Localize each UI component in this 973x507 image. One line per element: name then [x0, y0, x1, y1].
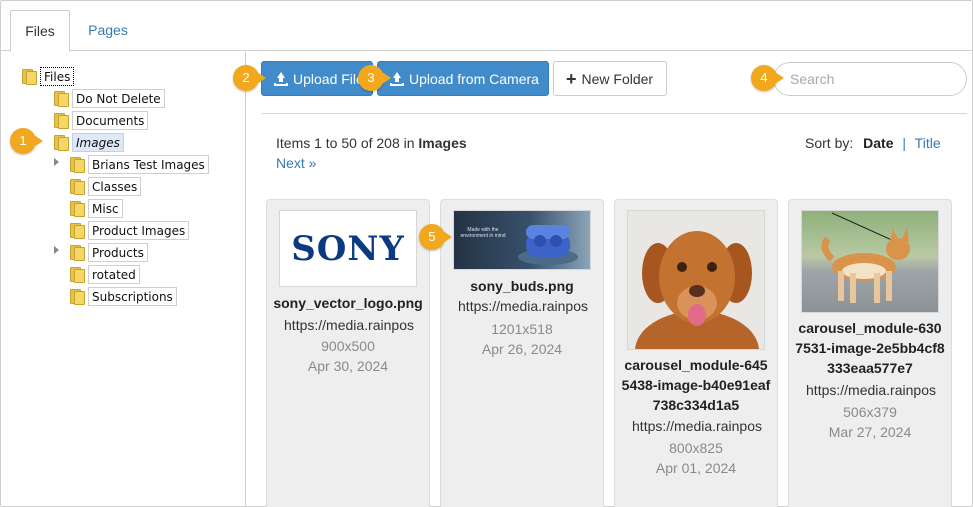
file-url: https://media.rainpos: [284, 317, 414, 333]
folder-icon: [70, 201, 85, 217]
tab-files[interactable]: Files: [10, 10, 70, 52]
item-range-text: Items 1 to 50 of 208 in: [276, 135, 415, 151]
upload-icon: [390, 71, 404, 86]
upload-file-button[interactable]: Upload File: [261, 61, 373, 96]
file-name: sony_vector_logo.png: [273, 295, 423, 311]
new-folder-button[interactable]: + New Folder: [553, 61, 667, 96]
tree-item-label[interactable]: Do Not Delete: [72, 88, 165, 108]
dog-photo-image: [635, 231, 759, 349]
folder-icon: [54, 113, 69, 129]
tree-item-subscriptions[interactable]: Subscriptions: [70, 286, 177, 306]
sort-by-date[interactable]: Date: [863, 135, 893, 151]
file-name: carousel_module-6307531-image-2e5bb4cf83…: [795, 320, 945, 376]
tab-pages[interactable]: Pages: [78, 10, 138, 52]
file-dimensions: 506x379: [843, 404, 897, 420]
tree-item-product-images[interactable]: Product Images: [70, 220, 190, 240]
current-folder-name: Images: [418, 135, 467, 151]
tree-item-label[interactable]: Product Images: [88, 220, 190, 240]
file-card[interactable]: Made with the environment in mind sony_b…: [440, 199, 604, 507]
tree-root-label[interactable]: Files: [40, 66, 75, 86]
toolbar-divider: [262, 113, 967, 114]
file-card[interactable]: carousel_module-6455438-image-b40e91eaf7…: [614, 199, 778, 507]
new-folder-label: New Folder: [581, 70, 654, 87]
tree-item-do-not-delete[interactable]: Do Not Delete: [54, 88, 165, 108]
file-thumbnail: [801, 210, 939, 313]
search-input[interactable]: [773, 62, 967, 96]
sort-separator: |: [902, 135, 907, 151]
callout-marker-5: 5: [419, 224, 452, 250]
expand-arrow-icon[interactable]: [54, 246, 59, 254]
file-date: Apr 01, 2024: [655, 460, 737, 476]
file-thumbnail: Made with the environment in mind: [453, 210, 591, 270]
plus-icon: +: [566, 68, 577, 89]
callout-marker-2: 2: [233, 65, 266, 91]
sort-controls: Sort by: Date | Title: [805, 135, 941, 151]
tree-item-label[interactable]: rotated: [88, 264, 140, 284]
sony-logo-image: SONY: [291, 228, 405, 269]
tree-item-images[interactable]: Images: [54, 132, 124, 152]
expand-arrow-icon[interactable]: [54, 158, 59, 166]
file-date: Mar 27, 2024: [828, 424, 912, 440]
file-date: Apr 30, 2024: [307, 358, 389, 374]
folder-icon: [54, 91, 69, 107]
file-name: sony_buds.png: [470, 278, 574, 294]
tree-item-misc[interactable]: Misc: [70, 198, 123, 218]
next-page-link[interactable]: Next »: [276, 155, 316, 171]
folder-icon: [70, 267, 85, 283]
tree-item-classes[interactable]: Classes: [70, 176, 142, 196]
upload-file-label: Upload File: [293, 70, 364, 87]
callout-marker-1: 1: [10, 128, 43, 154]
folder-icon: [70, 157, 85, 173]
tree-item-products[interactable]: Products: [70, 242, 148, 262]
folder-icon: [70, 289, 85, 305]
file-dimensions: 1201x518: [491, 321, 553, 337]
upload-camera-label: Upload from Camera: [409, 70, 539, 87]
folder-tree: Files Do Not Delete Documents Images Bri…: [0, 52, 246, 507]
callout-marker-3: 3: [358, 65, 391, 91]
folder-icon: [70, 179, 85, 195]
callout-marker-4: 4: [751, 65, 784, 91]
file-card[interactable]: SONY sony_vector_logo.png https://media.…: [266, 199, 430, 507]
sort-by-title[interactable]: Title: [915, 135, 941, 151]
tree-item-brians-test-images[interactable]: Brians Test Images: [70, 154, 209, 174]
folder-icon: [70, 245, 85, 261]
file-url: https://media.rainpos: [632, 418, 762, 434]
tree-item-label[interactable]: Documents: [72, 110, 149, 130]
folder-icon: [70, 223, 85, 239]
file-name: carousel_module-6455438-image-b40e91eaf7…: [621, 357, 771, 413]
tree-item-documents[interactable]: Documents: [54, 110, 149, 130]
tree-item-label[interactable]: Images: [72, 132, 124, 152]
file-date: Apr 26, 2024: [481, 341, 563, 357]
folder-icon: [54, 135, 69, 151]
folder-icon: [22, 69, 37, 85]
tree-root[interactable]: Files: [22, 66, 75, 86]
upload-icon: [274, 71, 288, 86]
file-thumbnail: [627, 210, 765, 350]
file-url: https://media.rainpos: [806, 382, 936, 398]
tree-item-label[interactable]: Subscriptions: [88, 286, 177, 306]
tree-item-label[interactable]: Classes: [88, 176, 142, 196]
earbuds-image: [518, 225, 578, 265]
tree-item-label[interactable]: Brians Test Images: [88, 154, 209, 174]
tree-item-rotated[interactable]: rotated: [70, 264, 140, 284]
tree-item-label[interactable]: Misc: [88, 198, 123, 218]
file-dimensions: 900x500: [321, 338, 375, 354]
file-card[interactable]: carousel_module-6307531-image-2e5bb4cf83…: [788, 199, 952, 507]
dog-walk-photo-image: [821, 212, 910, 303]
tree-item-label[interactable]: Products: [88, 242, 148, 262]
tab-bar: Files Pages: [0, 0, 973, 52]
file-dimensions: 800x825: [669, 440, 723, 456]
sort-label: Sort by:: [805, 135, 854, 151]
upload-from-camera-button[interactable]: Upload from Camera: [377, 61, 549, 96]
file-thumbnail: SONY: [279, 210, 417, 287]
file-url: https://media.rainpos: [458, 298, 588, 314]
item-count-status: Items 1 to 50 of 208 in Images: [276, 135, 467, 151]
